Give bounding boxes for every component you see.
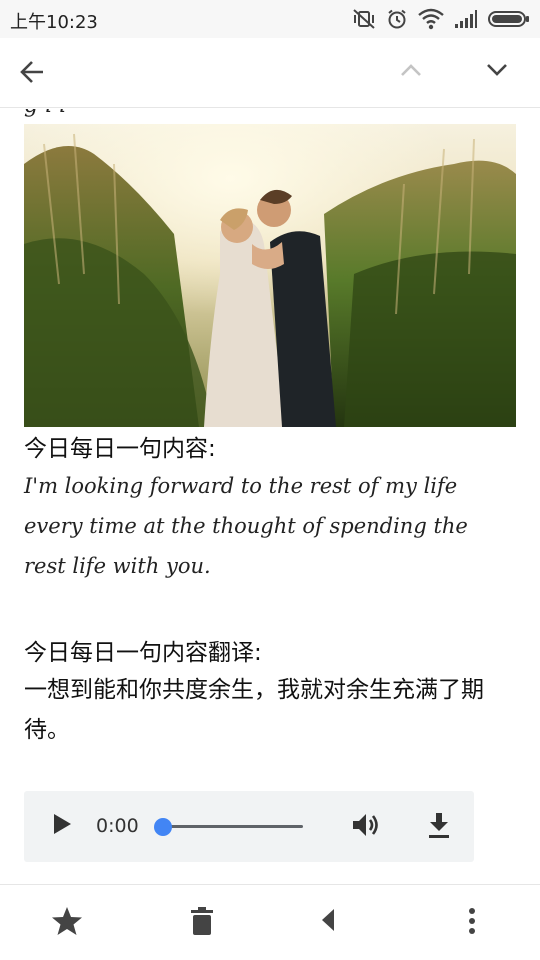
status-time: 上午10:23	[10, 12, 98, 33]
daily-sentence-label: 今日每日一句内容:	[24, 436, 216, 462]
reply-icon	[321, 908, 355, 938]
reply-button[interactable]	[318, 903, 358, 943]
back-button[interactable]	[14, 56, 50, 92]
play-button[interactable]	[48, 812, 76, 840]
delete-icon	[189, 906, 215, 940]
more-vert-icon	[468, 907, 476, 939]
message-content: g i i	[0, 109, 540, 884]
seek-thumb[interactable]	[154, 818, 172, 836]
wifi-icon	[418, 8, 444, 30]
bottom-action-bar	[0, 884, 540, 960]
signal-icon	[454, 9, 478, 29]
next-message-button[interactable]	[479, 54, 515, 90]
more-options-button[interactable]	[452, 903, 492, 943]
delete-button[interactable]	[182, 903, 222, 943]
download-icon	[427, 811, 451, 843]
daily-translation: 一想到能和你共度余生，我就对余生充满了期待。	[24, 677, 484, 743]
play-icon	[52, 813, 72, 839]
star-button[interactable]	[47, 903, 87, 943]
volume-button[interactable]	[350, 811, 382, 843]
alarm-icon	[386, 8, 408, 30]
download-button[interactable]	[424, 811, 454, 843]
battery-icon	[488, 9, 530, 29]
audio-player: 0:00	[24, 791, 474, 862]
wedding-photo	[24, 124, 516, 427]
status-bar: 上午10:23	[0, 0, 540, 38]
translation-label: 今日每日一句内容翻译:	[24, 640, 262, 666]
app-bar	[0, 38, 540, 108]
chevron-up-icon	[399, 62, 423, 82]
status-icons	[352, 6, 530, 32]
daily-quote: I'm looking forward to the rest of my li…	[24, 474, 468, 578]
star-icon	[51, 906, 83, 940]
vibrate-off-icon	[352, 8, 376, 30]
chevron-down-icon	[485, 62, 509, 82]
seek-bar[interactable]	[164, 825, 303, 828]
audio-time: 0:00	[96, 815, 139, 837]
previous-message-button[interactable]	[393, 54, 429, 90]
volume-icon	[351, 811, 381, 843]
clipped-text: g i i	[24, 109, 66, 118]
back-arrow-icon	[18, 58, 46, 90]
